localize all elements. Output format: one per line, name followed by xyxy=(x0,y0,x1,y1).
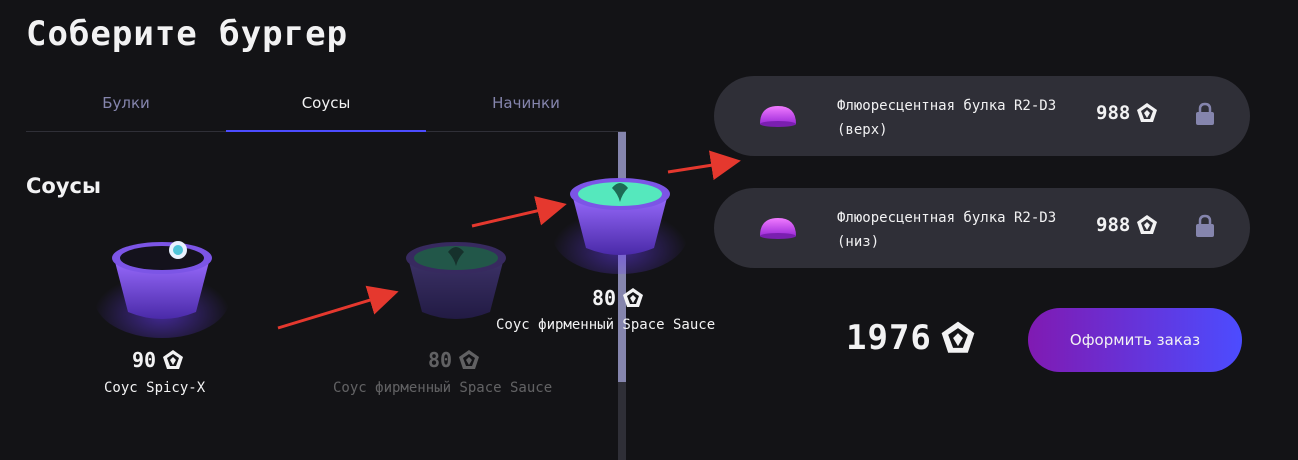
card-price: 80 xyxy=(428,348,453,372)
currency-icon xyxy=(1137,215,1158,234)
constructor-item-price: 988 xyxy=(1096,214,1131,236)
currency-icon xyxy=(623,288,644,307)
card-name: Соус фирменный Space Sauce xyxy=(333,380,553,396)
constructor-item-bun-top[interactable]: Флюоресцентная булка R2-D3 (верх) 988 xyxy=(714,76,1250,156)
drag-arrow-2 xyxy=(471,196,567,228)
sauce-icon xyxy=(94,241,230,338)
card-name: Соус фирменный Space Sauce xyxy=(496,317,716,333)
page-title: Соберите бургер xyxy=(26,14,349,54)
section-title-sauces: Соусы xyxy=(26,174,101,198)
currency-icon xyxy=(163,350,184,369)
tab-fillings[interactable]: Начинки xyxy=(426,84,626,131)
lock-icon xyxy=(1196,214,1214,237)
constructor-item-bun-bottom[interactable]: Флюоресцентная булка R2-D3 (низ) 988 xyxy=(714,188,1250,268)
constructor-item-name: Флюоресцентная булка R2-D3 (верх) xyxy=(837,98,1057,138)
constructor-item-price: 988 xyxy=(1096,102,1131,124)
place-order-button[interactable]: Оформить заказ xyxy=(1028,308,1242,372)
card-price: 80 xyxy=(592,286,617,310)
currency-icon xyxy=(1137,103,1158,122)
bun-icon xyxy=(760,218,796,239)
drag-arrow-1 xyxy=(277,285,399,330)
tab-sauces[interactable]: Соусы xyxy=(226,84,426,132)
order-total: 1976 xyxy=(846,318,976,358)
currency-icon xyxy=(459,350,480,369)
order-total-value: 1976 xyxy=(846,318,932,358)
lock-icon xyxy=(1196,102,1214,125)
tab-buns[interactable]: Булки xyxy=(26,84,226,131)
sauce-icon xyxy=(552,178,688,274)
constructor-item-name: Флюоресцентная булка R2-D3 (низ) xyxy=(837,210,1057,250)
card-price: 90 xyxy=(132,348,157,372)
currency-icon xyxy=(941,321,975,353)
bun-icon xyxy=(760,106,796,127)
ingredient-tabs: Булки Соусы Начинки xyxy=(26,84,626,132)
card-name: Соус Spicy-X xyxy=(104,380,206,396)
